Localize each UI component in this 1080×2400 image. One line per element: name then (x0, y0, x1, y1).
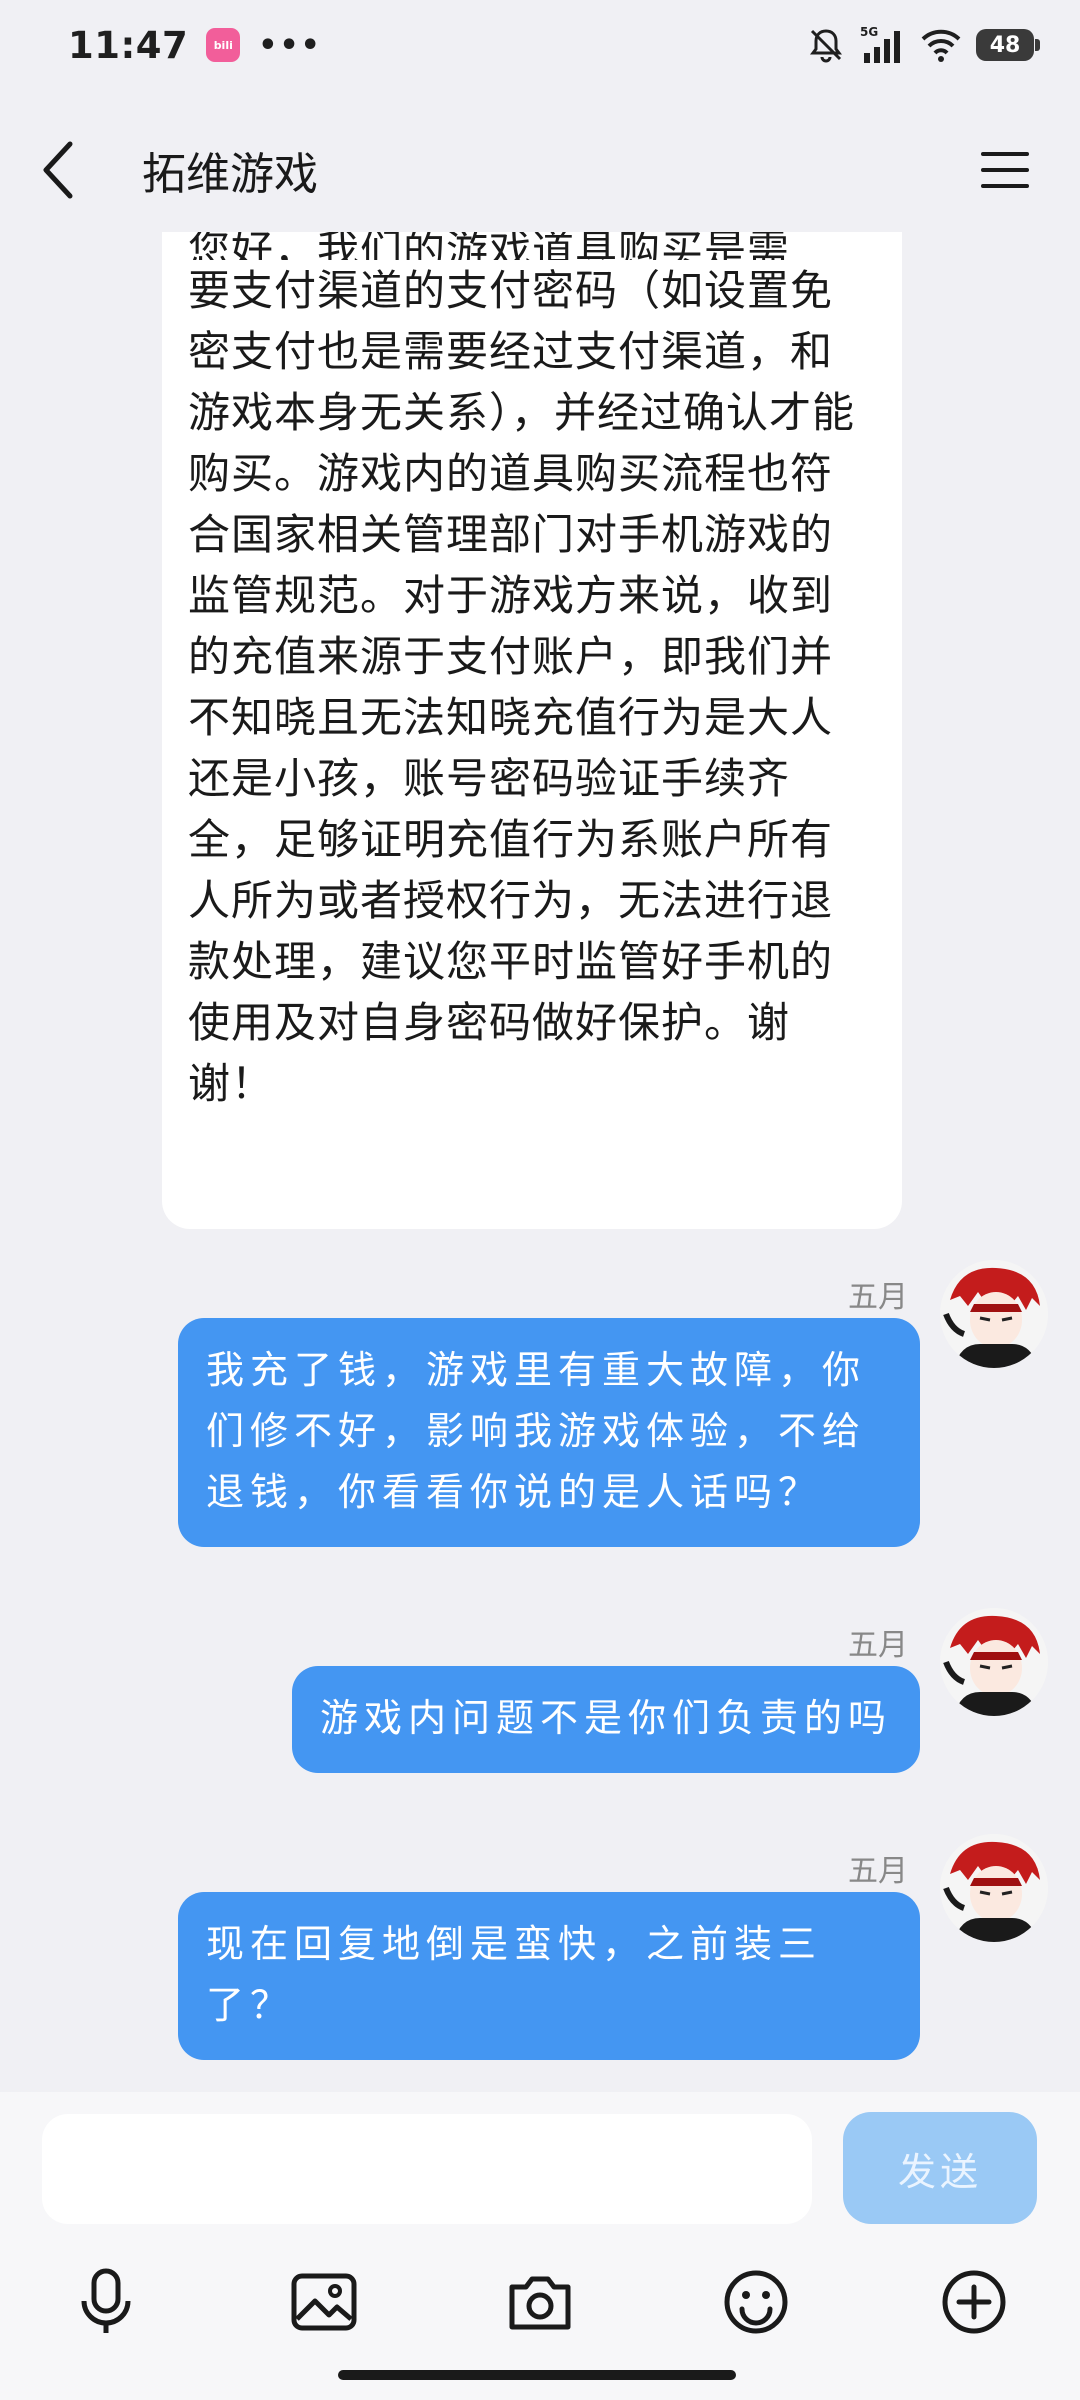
avatar-image (940, 1260, 1048, 1368)
image-icon (291, 2273, 357, 2331)
message-time: 五月 (848, 1280, 908, 1315)
emoji-button[interactable] (706, 2252, 806, 2352)
status-icons: 5G 48 (806, 25, 1040, 65)
incoming-message-text: 要支付渠道的支付密码（如设置免密支付也是需要经过支付渠道，和游戏本身无关系），并… (188, 266, 856, 1108)
microphone-icon (81, 2268, 131, 2333)
more-button[interactable] (924, 2252, 1024, 2352)
avatar[interactable] (940, 1834, 1048, 1942)
cellular-signal-icon: 5G (860, 25, 906, 65)
bilibili-app-icon: bili (206, 28, 241, 62)
send-button[interactable]: 发送 (843, 2112, 1037, 2224)
outgoing-message-bubble: 现在回复地倒是蛮快，之前装三了？ (178, 1892, 920, 2060)
status-bar: 11:47 bili ••• 5G 48 (0, 0, 1080, 90)
chat-header: 拓维游戏 (0, 110, 1080, 230)
camera-button[interactable] (490, 2252, 590, 2352)
voice-button[interactable] (56, 2252, 156, 2352)
avatar[interactable] (940, 1260, 1048, 1368)
mute-icon (806, 25, 846, 65)
incoming-message-partial-line: 您好，我们的游戏道具购买是需 (188, 232, 791, 260)
message-time: 五月 (848, 1628, 908, 1663)
camera-icon (509, 2276, 571, 2330)
input-bar: 发送 (0, 2092, 1080, 2400)
page-title: 拓维游戏 (142, 149, 318, 200)
incoming-message-bubble: 您好，我们的游戏道具购买是需 要支付渠道的支付密码（如设置免密支付也是需要经过支… (162, 232, 902, 1229)
menu-button[interactable] (970, 135, 1040, 205)
svg-text:5G: 5G (860, 25, 878, 39)
battery-indicator: 48 (976, 29, 1040, 61)
status-time: 11:47 (68, 23, 189, 67)
outgoing-message-bubble: 游戏内问题不是你们负责的吗 (291, 1666, 920, 1773)
avatar[interactable] (940, 1608, 1048, 1716)
home-indicator[interactable] (338, 2370, 736, 2380)
hamburger-menu-icon (981, 152, 1029, 188)
message-time: 五月 (848, 1854, 908, 1889)
more-notifications-icon: ••• (258, 27, 322, 63)
chevron-left-icon (43, 141, 73, 199)
plus-icon (942, 2270, 1006, 2334)
emoji-icon (724, 2270, 788, 2334)
avatar-image (940, 1608, 1048, 1716)
input-toolbar (0, 2252, 1080, 2352)
message-list[interactable]: 您好，我们的游戏道具购买是需 要支付渠道的支付密码（如设置免密支付也是需要经过支… (0, 232, 1080, 2092)
avatar-image (940, 1834, 1048, 1942)
gallery-button[interactable] (274, 2252, 374, 2352)
back-button[interactable] (40, 130, 100, 210)
outgoing-message-bubble: 我充了钱，游戏里有重大故障，你们修不好，影响我游戏体验，不给退钱，你看看你说的是… (178, 1318, 920, 1547)
wifi-icon (920, 27, 962, 63)
message-input[interactable] (42, 2114, 812, 2224)
